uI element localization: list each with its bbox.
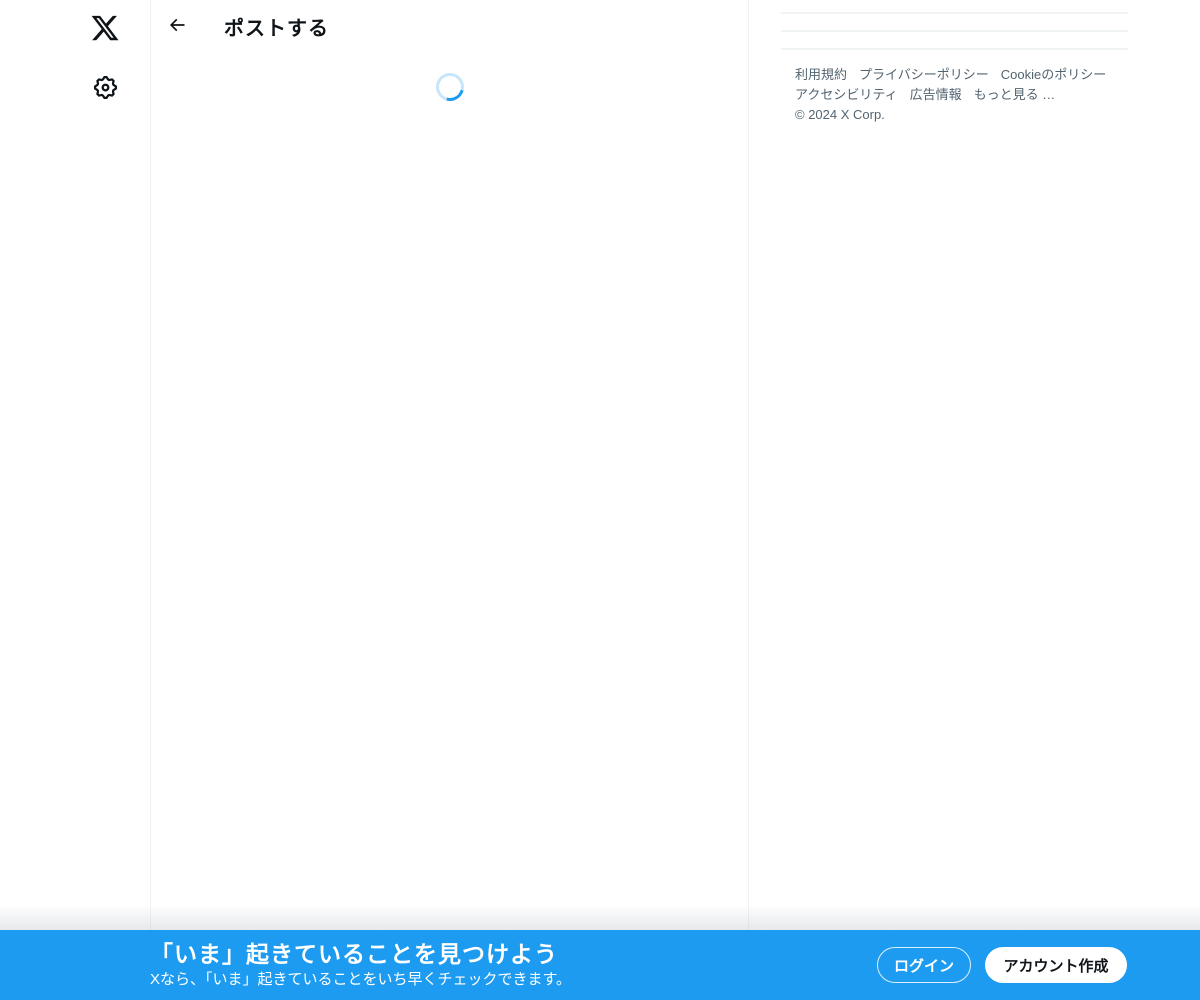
- login-button[interactable]: ログイン: [877, 947, 971, 983]
- x-logo-icon: [90, 13, 120, 43]
- settings-button[interactable]: [86, 68, 124, 106]
- footer-link-more[interactable]: もっと見る …: [974, 85, 1056, 105]
- copyright-text: © 2024 X Corp.: [795, 107, 885, 122]
- loading-spinner: [430, 67, 470, 107]
- skeleton-divider: [781, 30, 1128, 32]
- page-title: ポストする: [224, 18, 329, 40]
- banner-subtitle: Xなら、「いま」起きていることをいち早くチェックできます。: [150, 971, 572, 988]
- create-account-button[interactable]: アカウント作成: [985, 947, 1127, 983]
- back-button[interactable]: [160, 10, 194, 44]
- main-column: ポストする: [150, 0, 749, 930]
- skeleton-divider: [781, 12, 1128, 14]
- banner-title: 「いま」起きていることを見つけよう: [150, 941, 558, 967]
- gear-icon: [92, 74, 119, 101]
- footer-link-privacy[interactable]: プライバシーポリシー: [859, 65, 989, 85]
- signup-banner: 「いま」起きていることを見つけよう Xなら、「いま」起きていることをいち早くチェ…: [0, 930, 1200, 1000]
- skeleton-divider: [781, 48, 1128, 50]
- legal-footer: 利用規約 プライバシーポリシー Cookieのポリシー アクセシビリティ 広告情…: [781, 65, 1128, 125]
- left-rail: [0, 0, 150, 930]
- footer-link-terms[interactable]: 利用規約: [795, 65, 847, 85]
- footer-link-accessibility[interactable]: アクセシビリティ: [795, 85, 898, 105]
- right-sidebar: 利用規約 プライバシーポリシー Cookieのポリシー アクセシビリティ 広告情…: [781, 0, 1128, 930]
- page-header: ポストする: [151, 0, 748, 53]
- banner-text-block: 「いま」起きていることを見つけよう Xなら、「いま」起きていることをいち早くチェ…: [150, 940, 571, 989]
- x-guest-compose-page: ポストする 利用規約 プライバシーポリシー Cookieのポリシー アクセシビリ…: [0, 0, 1200, 1000]
- footer-link-cookies[interactable]: Cookieのポリシー: [1001, 65, 1106, 85]
- x-logo-button[interactable]: [84, 7, 126, 49]
- banner-buttons: ログイン アカウント作成: [877, 947, 1127, 983]
- arrow-left-icon: [167, 15, 187, 38]
- footer-link-ads-info[interactable]: 広告情報: [910, 85, 962, 105]
- footer-links-nav: 利用規約 プライバシーポリシー Cookieのポリシー アクセシビリティ 広告情…: [795, 65, 1114, 125]
